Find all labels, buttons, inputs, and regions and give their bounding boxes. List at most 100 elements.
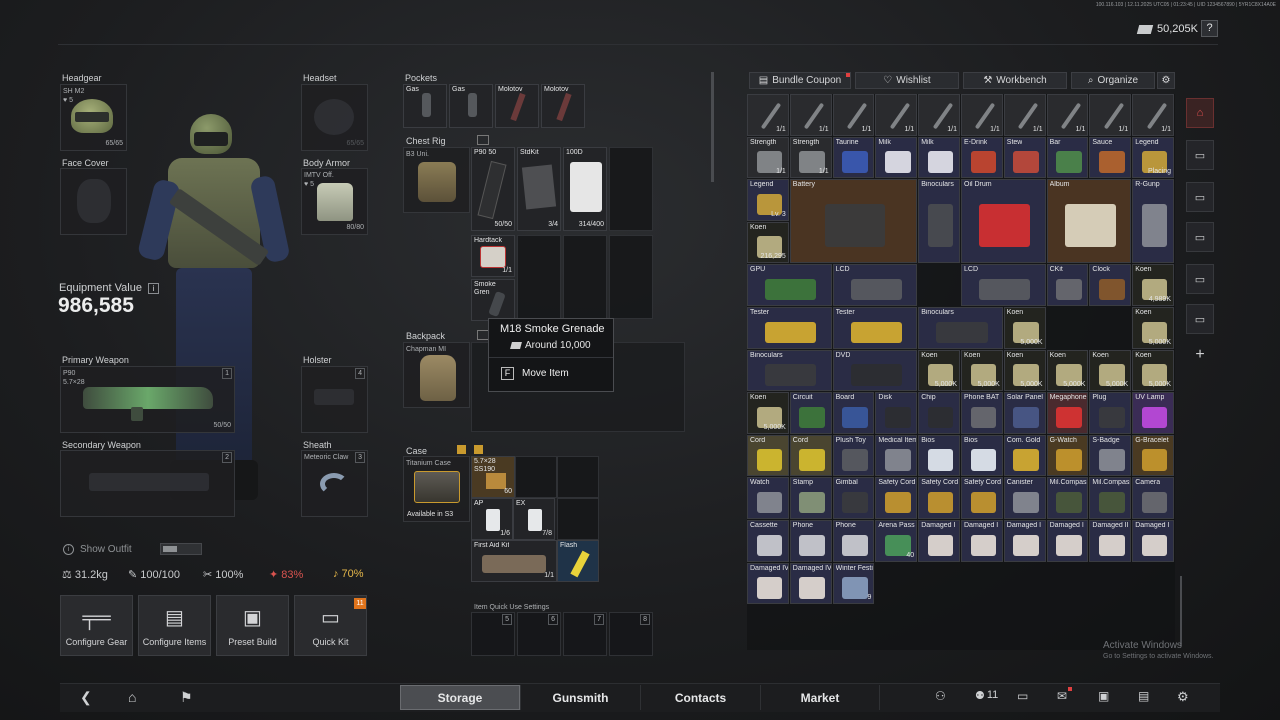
mail-button[interactable]: ✉: [1057, 687, 1073, 703]
ex-pills-item[interactable]: EX 7/8: [513, 498, 555, 540]
pocket-item-4[interactable]: Molotov: [541, 84, 585, 128]
move-item-action[interactable]: F Move Item: [501, 367, 569, 380]
knife-item[interactable]: 1/1: [747, 94, 789, 136]
quick-kit-button[interactable]: ▭ Quick Kit 11: [294, 595, 367, 656]
disk-item[interactable]: Disk: [875, 392, 918, 434]
tester-item[interactable]: Tester: [832, 307, 918, 349]
tab-market[interactable]: Market: [760, 685, 880, 710]
phone-battery-item[interactable]: Phone BAT: [961, 392, 1003, 434]
phone-item[interactable]: Phone: [832, 520, 875, 562]
koen-cash-item[interactable]: Koen 5,000K: [918, 349, 960, 392]
info-icon[interactable]: i: [147, 282, 159, 294]
pocket-item-3[interactable]: Molotov: [495, 84, 539, 128]
knife-item[interactable]: 1/1: [918, 94, 960, 136]
koen-cash-item[interactable]: Koen 5,000K: [1089, 349, 1132, 392]
settings-nav-button[interactable]: ⚙: [1177, 689, 1189, 705]
smoke-grenade-item[interactable]: Smoke Gren: [471, 279, 515, 321]
circuit-item[interactable]: Circuit: [789, 392, 832, 434]
storage-tab-5[interactable]: ▭: [1186, 264, 1214, 294]
quick-use-slot-7[interactable]: 7: [563, 612, 607, 656]
flash-item[interactable]: Flash: [557, 540, 599, 582]
koen-cash-item[interactable]: Koen 5,000K: [961, 349, 1003, 392]
knife-item[interactable]: 1/1: [1089, 94, 1132, 136]
holster-slot[interactable]: 4: [301, 366, 368, 433]
camera-item[interactable]: Camera: [1132, 477, 1174, 519]
taurine-item[interactable]: Taurine: [832, 136, 875, 179]
sauce-item[interactable]: Sauce: [1089, 136, 1132, 179]
koen-cash-item[interactable]: Koen 5,000K: [1003, 349, 1046, 392]
shop-button[interactable]: ▣: [1098, 689, 1109, 703]
medical-item[interactable]: Medical Item: [875, 434, 918, 477]
plush-toy-item[interactable]: Plush Toy: [832, 434, 875, 477]
quick-use-slot-5[interactable]: 5: [471, 612, 515, 656]
squad-button[interactable]: ⚇: [935, 689, 946, 703]
legend-card-item[interactable]: Legend Placing: [1132, 136, 1174, 179]
stew-item[interactable]: Stew: [1003, 136, 1046, 179]
tab-gunsmith[interactable]: Gunsmith: [520, 685, 640, 710]
body-armor-slot[interactable]: IMTV Off. ♥ 5 80/80: [301, 168, 368, 235]
koen-cash-item[interactable]: Koen 5,000K: [1132, 307, 1174, 349]
arena-pass-item[interactable]: Arena Pass 40: [875, 520, 918, 562]
binoculars-item[interactable]: Binoculars: [747, 349, 832, 392]
tab-contacts[interactable]: Contacts: [640, 685, 760, 710]
koen-cash-item[interactable]: Koen 5,000K: [1003, 307, 1046, 349]
settings-button[interactable]: ⚙: [1157, 72, 1175, 89]
r-gunp-item[interactable]: R-Gunp: [1132, 179, 1174, 264]
case-slot[interactable]: Titanium Case Available in S3: [403, 456, 470, 522]
damaged-note-item[interactable]: Damaged IV: [747, 562, 789, 605]
backpack-slot[interactable]: Chapman MI: [403, 342, 470, 408]
oil-drum-item[interactable]: Oil Drum: [961, 179, 1046, 264]
cord-item[interactable]: Cord: [789, 434, 832, 477]
wishlist-button[interactable]: ♡ Wishlist: [855, 72, 959, 89]
bracelet-item[interactable]: G-Bracelet: [1132, 434, 1174, 477]
gimbal-item[interactable]: Gimbal: [832, 477, 875, 519]
clock-item[interactable]: Clock: [1089, 264, 1132, 306]
face-cover-slot[interactable]: [60, 168, 127, 235]
toggle-switch[interactable]: [159, 543, 202, 555]
watch-item[interactable]: Watch: [747, 477, 789, 519]
battery-item[interactable]: Battery: [789, 179, 918, 264]
knife-item[interactable]: 1/1: [832, 94, 875, 136]
storage-tab-3[interactable]: ▭: [1186, 182, 1214, 212]
quick-use-slot-8[interactable]: 8: [609, 612, 653, 656]
badge-item[interactable]: S-Badge: [1089, 434, 1132, 477]
uv-lamp-item[interactable]: UV Lamp: [1132, 392, 1174, 434]
album-item[interactable]: Album: [1046, 179, 1132, 264]
pocket-item-1[interactable]: Gas: [403, 84, 447, 128]
secondary-weapon-slot[interactable]: 2: [60, 450, 235, 517]
knife-item[interactable]: 1/1: [961, 94, 1003, 136]
middle-scrollbar[interactable]: [711, 72, 714, 182]
chest-rig-slot[interactable]: B3 Uni.: [403, 147, 470, 213]
ap-pills-item[interactable]: AP 1/6: [471, 498, 513, 540]
p90-mag-item[interactable]: P90 50 50/50: [471, 147, 515, 231]
tester-item[interactable]: Tester: [747, 307, 832, 349]
canister-item[interactable]: Canister: [1003, 477, 1046, 519]
cord-item[interactable]: Cord: [747, 434, 789, 477]
binoculars-tall-item[interactable]: Binoculars: [918, 179, 960, 264]
primary-weapon-slot[interactable]: P90 5.7×28 1 50/50: [60, 366, 235, 433]
quick-use-slot-6[interactable]: 6: [517, 612, 561, 656]
damaged-note-item[interactable]: Damaged IV: [789, 562, 832, 605]
sheath-slot[interactable]: Meteoric Claw 3: [301, 450, 368, 517]
lcd-item[interactable]: LCD: [832, 264, 918, 306]
lcd-item[interactable]: LCD: [961, 264, 1046, 306]
damaged-note-item[interactable]: Damaged I: [961, 520, 1003, 562]
storage-tab-4[interactable]: ▭: [1186, 222, 1214, 252]
rig-empty-cell[interactable]: [563, 235, 607, 319]
stamp-item[interactable]: Stamp: [789, 477, 832, 519]
binoculars-item[interactable]: Binoculars: [918, 307, 1003, 349]
damaged-note-item[interactable]: Damaged I: [1132, 520, 1174, 562]
koen-cash-item[interactable]: Koen 4,989K: [1132, 264, 1174, 306]
gold-coin-item[interactable]: Com. Gold: [1003, 434, 1046, 477]
milk-item[interactable]: Milk: [918, 136, 960, 179]
compass-item[interactable]: Mil.Compass: [1089, 477, 1132, 519]
cassette-item[interactable]: Cassette: [747, 520, 789, 562]
rig-empty-cell[interactable]: [609, 235, 653, 319]
plug-item[interactable]: Plug: [1089, 392, 1132, 434]
board-item[interactable]: Board: [832, 392, 875, 434]
workbench-button[interactable]: ⚒ Workbench: [963, 72, 1067, 89]
strength-item[interactable]: Strength 1/1: [747, 136, 789, 179]
koen-cash-item[interactable]: Koen 5,000K: [1046, 349, 1089, 392]
home-button[interactable]: ⌂: [128, 689, 136, 705]
damaged-note-item[interactable]: Damaged II: [1089, 520, 1132, 562]
